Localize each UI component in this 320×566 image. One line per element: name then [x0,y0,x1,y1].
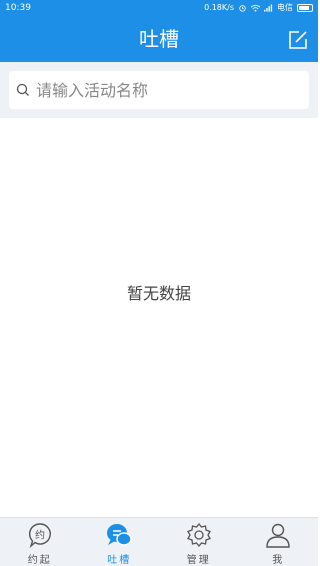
bottom-nav: 约 约起 吐槽 管理 我 [0,517,318,566]
nav-item-tucao[interactable]: 吐槽 [80,518,160,566]
edit-square-icon[interactable] [286,28,310,52]
wifi-icon [251,4,260,12]
svg-text:约: 约 [35,529,45,542]
signal-icon [264,4,273,12]
page-title: 吐槽 [139,27,179,51]
search-input[interactable] [36,80,296,100]
nav-label-yueqi: 约起 [27,555,52,566]
search-icon [16,83,29,96]
carrier-label: 电信 [277,3,293,12]
person-icon [266,523,290,548]
nav-label-tucao: 吐槽 [107,555,132,566]
network-speed: 0.18K/s [204,3,234,12]
gear-icon [186,522,211,548]
empty-state-text: 暂无数据 [126,284,191,303]
status-bar: 10:39 0.18K/s 电信 [0,0,318,16]
status-indicators: 0.18K/s 电信 [204,0,313,16]
battery-icon [297,4,313,12]
search-box[interactable] [9,71,309,109]
nav-item-guanli[interactable]: 管理 [159,518,239,566]
chat-bubble-icon [107,524,132,546]
yue-badge-icon: 约 [28,523,51,549]
status-time: 10:39 [5,3,31,13]
nav-item-me[interactable]: 我 [239,518,319,566]
search-area [0,62,318,118]
alarm-icon [239,5,246,12]
nav-label-guanli: 管理 [186,555,211,566]
nav-item-yueqi[interactable]: 约 约起 [0,518,80,566]
app-bar: 吐槽 [0,16,318,62]
nav-label-me: 我 [272,555,285,566]
